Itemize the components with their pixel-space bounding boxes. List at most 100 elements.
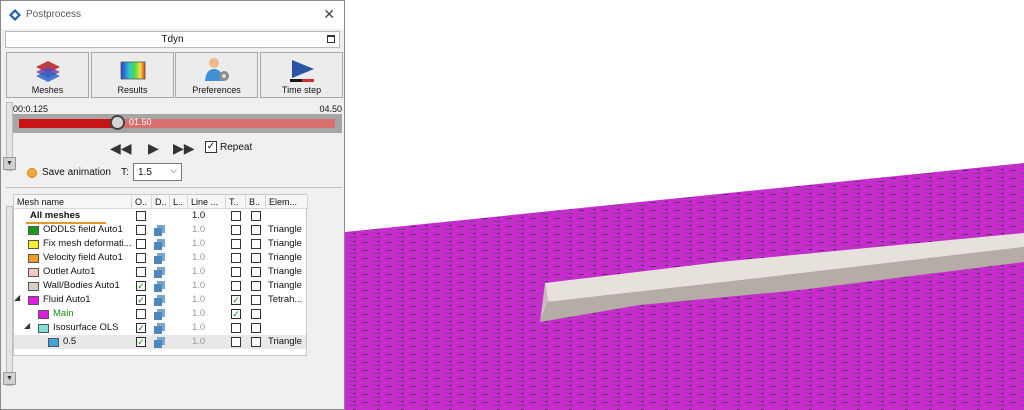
scroll-down-arrow-icon[interactable]: ▼ [3, 157, 16, 170]
draw-style-icon[interactable] [154, 225, 165, 236]
table-row[interactable]: Wall/Bodies Auto1 ✓ 1.0 Triangle [14, 279, 306, 293]
mesh-color-swatch[interactable] [28, 282, 39, 291]
table-row[interactable]: 0.5 ✓ 1.0 Triangle [14, 335, 306, 349]
line-width-value: 1.0 [192, 336, 206, 347]
mesh-color-swatch[interactable] [48, 338, 59, 347]
o-checkbox[interactable] [136, 225, 146, 235]
mesh-color-swatch[interactable] [28, 254, 39, 263]
col-elem[interactable]: Elem... [266, 195, 308, 209]
b-checkbox[interactable] [251, 239, 261, 249]
time-step-label: Time step [281, 85, 322, 95]
mesh-color-swatch[interactable] [28, 296, 39, 305]
table-row[interactable]: Velocity field Auto1 1.0 Triangle [14, 251, 306, 265]
col-mesh-name[interactable]: Mesh name [14, 195, 132, 209]
table-scroll-down-icon[interactable]: ▼ [3, 372, 16, 385]
window-titlebar[interactable]: Postprocess ✕ [1, 1, 344, 29]
t-checkbox[interactable]: ✓ [231, 295, 241, 305]
draw-style-icon[interactable] [154, 309, 165, 320]
t-checkbox[interactable] [231, 253, 241, 263]
b-checkbox[interactable] [251, 337, 261, 347]
mesh-name: Velocity field Auto1 [43, 252, 123, 263]
col-line[interactable]: Line ... [188, 195, 226, 209]
draw-style-icon[interactable] [154, 239, 165, 250]
preferences-button[interactable]: Preferences [175, 52, 258, 98]
element-type: Triangle [268, 252, 302, 263]
o-checkbox[interactable] [136, 253, 146, 263]
table-row[interactable]: Fix mesh deformati... 1.0 Triangle [14, 237, 306, 251]
t-checkbox[interactable] [231, 225, 241, 235]
panel-splitter[interactable] [6, 187, 342, 191]
all-b-checkbox[interactable] [251, 211, 261, 221]
time-slider[interactable]: 01.50 [19, 115, 335, 130]
b-checkbox[interactable] [251, 225, 261, 235]
restore-icon[interactable] [327, 35, 335, 43]
mesh-name: Isosurface OLS [53, 322, 119, 333]
o-checkbox[interactable] [136, 239, 146, 249]
draw-style-icon[interactable] [154, 253, 165, 264]
mesh-name: Main [53, 308, 74, 319]
table-row[interactable]: ◢ Fluid Auto1 ✓ 1.0 ✓ Tetrah... [14, 293, 306, 307]
time-slider-knob[interactable] [109, 115, 125, 130]
all-line-value: 1.0 [192, 210, 206, 221]
table-row[interactable]: Main 1.0 ✓ [14, 307, 306, 321]
chevron-down-icon: ⌵ [170, 165, 177, 175]
meshes-button[interactable]: Meshes [6, 52, 89, 98]
fast-forward-icon[interactable]: ▶▶ [173, 140, 195, 157]
all-meshes-row[interactable]: All meshes 1.0 [14, 209, 306, 224]
expand-triangle-icon[interactable]: ◢ [14, 293, 20, 302]
element-type: Triangle [268, 336, 302, 347]
table-row[interactable]: ◢ Isosurface OLS ✓ 1.0 [14, 321, 306, 335]
b-checkbox[interactable] [251, 323, 261, 333]
time-step-button[interactable]: Time step [260, 52, 343, 98]
repeat-checkbox[interactable]: ✓ [205, 141, 217, 153]
mesh-color-swatch[interactable] [28, 226, 39, 235]
mesh-color-swatch[interactable] [28, 240, 39, 249]
draw-style-icon[interactable] [154, 337, 165, 348]
col-o[interactable]: O.. [132, 195, 152, 209]
t-checkbox[interactable]: ✓ [231, 309, 241, 319]
table-row[interactable]: ODDLS field Auto1 1.0 Triangle [14, 223, 306, 237]
t-checkbox[interactable] [231, 337, 241, 347]
b-checkbox[interactable] [251, 309, 261, 319]
table-row[interactable]: Outlet Auto1 1.0 Triangle [14, 265, 306, 279]
save-animation-radio[interactable] [27, 168, 37, 178]
draw-style-icon[interactable] [154, 281, 165, 292]
t-checkbox[interactable] [231, 323, 241, 333]
b-checkbox[interactable] [251, 253, 261, 263]
b-checkbox[interactable] [251, 295, 261, 305]
mesh-color-swatch[interactable] [38, 324, 49, 333]
element-type: Triangle [268, 280, 302, 291]
controls-scrollbar[interactable]: ▼ [3, 102, 16, 171]
results-button[interactable]: Results [91, 52, 174, 98]
line-width-value: 1.0 [192, 224, 206, 235]
o-checkbox[interactable]: ✓ [136, 323, 146, 333]
col-t[interactable]: T.. [226, 195, 246, 209]
t-checkbox[interactable] [231, 239, 241, 249]
expand-triangle-icon[interactable]: ◢ [24, 321, 30, 330]
rewind-icon[interactable]: ◀◀ [110, 140, 132, 157]
draw-style-icon[interactable] [154, 295, 165, 306]
o-checkbox[interactable] [136, 267, 146, 277]
mesh-name: Outlet Auto1 [43, 266, 96, 277]
o-checkbox[interactable]: ✓ [136, 337, 146, 347]
o-checkbox[interactable] [136, 309, 146, 319]
t-checkbox[interactable] [231, 281, 241, 291]
all-o-checkbox[interactable] [136, 211, 146, 221]
col-b[interactable]: B.. [246, 195, 266, 209]
b-checkbox[interactable] [251, 267, 261, 277]
col-d[interactable]: D.. [152, 195, 170, 209]
close-icon[interactable]: ✕ [323, 6, 335, 23]
col-l[interactable]: L.. [170, 195, 188, 209]
t-select[interactable]: 1.5 ⌵ [133, 163, 182, 181]
t-checkbox[interactable] [231, 267, 241, 277]
draw-style-icon[interactable] [154, 323, 165, 334]
mesh-color-swatch[interactable] [28, 268, 39, 277]
b-checkbox[interactable] [251, 281, 261, 291]
table-scrollbar[interactable]: ▼ [3, 206, 16, 386]
mesh-color-swatch[interactable] [38, 310, 49, 319]
all-t-checkbox[interactable] [231, 211, 241, 221]
draw-style-icon[interactable] [154, 267, 165, 278]
o-checkbox[interactable]: ✓ [136, 281, 146, 291]
play-icon[interactable]: ▶ [148, 140, 159, 157]
o-checkbox[interactable]: ✓ [136, 295, 146, 305]
